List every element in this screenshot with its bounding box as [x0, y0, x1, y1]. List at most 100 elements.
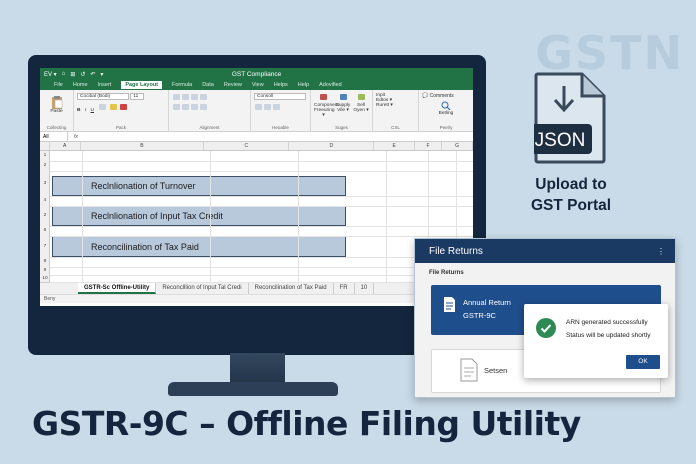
row-header[interactable]: 1 [40, 151, 50, 161]
column-header-b[interactable]: B [81, 142, 205, 150]
band-input-tax-credit[interactable]: Reclnlionation of Input Tax Credit [52, 206, 346, 226]
editing-group-label: Peerly [439, 125, 453, 130]
upload-line2: GST Portal [530, 197, 612, 214]
ribbon-tab-file[interactable]: File [54, 82, 63, 88]
align-top-icon[interactable] [173, 94, 180, 100]
row-header[interactable]: 3 [40, 171, 50, 196]
paste-icon[interactable] [51, 95, 63, 109]
editing-label[interactable]: Betling [422, 111, 470, 116]
headline: GSTR-9C – Offline Filing Utility [32, 404, 581, 443]
annual-return-form: GSTR-9C [463, 311, 496, 320]
row-header[interactable]: 9 [40, 267, 50, 275]
row-header[interactable]: 10 [40, 275, 50, 282]
ribbon-tab-data[interactable]: Data [202, 82, 214, 88]
column-gridline [386, 151, 387, 282]
alignment-group-label: Alignment [199, 125, 220, 130]
merge-icon[interactable] [200, 104, 207, 110]
row-gridline [50, 196, 473, 197]
border-icon[interactable] [99, 104, 107, 110]
excel-titlebar: EV ▾ ⌂ ⊞ ↺ ↶ ▾ GST Compliance [40, 68, 473, 80]
number-format-box[interactable]: Consoll [254, 93, 306, 100]
column-header-d[interactable]: D [289, 142, 375, 150]
column-header-f[interactable]: F [415, 142, 443, 150]
column-header-c[interactable]: C [204, 142, 290, 150]
font-name-box[interactable]: Cocibal (Bodi) [77, 93, 129, 100]
cells-group-label: CXL [391, 125, 400, 130]
ribbon-tab-page-layout[interactable]: Page Layout [121, 81, 163, 89]
success-dialog: ARN generated successfully Status will b… [524, 304, 668, 378]
cond-format-icon [320, 94, 327, 100]
align-middle-icon[interactable] [182, 94, 189, 100]
document-icon [444, 297, 455, 312]
paste-label[interactable]: Paste [43, 109, 70, 114]
fx-label: fx [74, 133, 78, 140]
formula-input[interactable] [84, 132, 473, 141]
band-itc-label: Reclnlionation of Input Tax Credit [91, 211, 223, 221]
comments-button[interactable]: 💬 Comments [422, 93, 470, 99]
column-header-e[interactable]: E [374, 142, 415, 150]
sheet-tab[interactable]: Reconcilination of Tax Paid [249, 283, 334, 294]
upload-caption: Upload to GST Portal [515, 174, 627, 216]
format-cells[interactable]: Rurett ▾ [376, 103, 415, 108]
align-right-icon[interactable] [191, 104, 198, 110]
format-as-table[interactable]: Supply Vile ▾ [335, 93, 351, 128]
cell-styles[interactable]: Sell Oyen ▾ [353, 93, 369, 128]
row-header[interactable]: 2 [40, 206, 50, 226]
formula-bar: All fx [40, 132, 473, 142]
more-menu-icon[interactable]: ⋮ [657, 247, 665, 256]
comments-label: Comments [429, 93, 454, 99]
number-group-label: Heoable [272, 125, 289, 130]
font-size-box[interactable]: 11 [130, 93, 145, 100]
column-headers: ABCDEFG [40, 142, 473, 151]
styles-group-label: Suges [335, 125, 348, 130]
editing-group: 💬 Comments Betling Peerly [419, 90, 473, 131]
percent-icon[interactable] [255, 104, 262, 110]
band-turnover[interactable]: Reclnlionation of Turnover [52, 176, 346, 196]
ribbon-tab-formula[interactable]: Formula [172, 82, 192, 88]
ribbon: Paste Collecting Cocibal (Bodi) 11 B I U… [40, 90, 473, 132]
row-header[interactable]: 7 [40, 236, 50, 257]
row-header[interactable]: 6 [40, 226, 50, 236]
align-center-icon[interactable] [182, 104, 189, 110]
ribbon-tab-view[interactable]: View [252, 82, 264, 88]
success-check-icon [536, 318, 556, 338]
align-bottom-icon[interactable] [191, 94, 198, 100]
ok-button[interactable]: OK [626, 355, 660, 369]
band-tax-paid[interactable]: Reconcilination of Tax Paid [52, 236, 346, 257]
file-returns-subtitle: File Returns [429, 270, 464, 276]
column-header-a[interactable]: A [50, 142, 81, 150]
row-gridline [50, 275, 473, 276]
wrap-text-icon[interactable] [200, 94, 207, 100]
row-header[interactable]: 2 [40, 161, 50, 171]
ribbon-tab-insert[interactable]: Insert [98, 82, 112, 88]
column-header-g[interactable]: G [442, 142, 473, 150]
conditional-formatting[interactable]: Component Freeuring ▾ [314, 93, 339, 128]
ribbon-tab-help[interactable]: Help [298, 82, 309, 88]
alignment-group: Alignment [169, 90, 251, 131]
ribbon-tab-home[interactable]: Home [73, 82, 88, 88]
fill-color-icon[interactable] [109, 104, 117, 110]
name-box[interactable]: All [40, 132, 68, 141]
font-color-icon[interactable] [120, 104, 127, 110]
decimal-icon[interactable] [273, 104, 280, 110]
comma-icon[interactable] [264, 104, 271, 110]
underline-button[interactable]: U [91, 108, 94, 113]
sheet-tab[interactable]: FR [334, 283, 355, 294]
row-header[interactable]: 8 [40, 257, 50, 267]
row-header[interactable]: 4 [40, 196, 50, 206]
select-all-corner[interactable] [40, 142, 50, 150]
italic-button[interactable]: I [85, 108, 86, 113]
ribbon-tab-helps[interactable]: Helps [274, 82, 288, 88]
sheet-tab[interactable]: Reconclllion of Input Tal Credi [156, 283, 249, 294]
cell-styles-label: Sell Oyen ▾ [353, 103, 369, 113]
align-left-icon[interactable] [173, 104, 180, 110]
search-icon[interactable] [441, 101, 451, 111]
bold-button[interactable]: B [77, 108, 80, 113]
monitor-foot [168, 382, 338, 396]
ribbon-tab-adovified[interactable]: Adovified [319, 82, 342, 88]
row-headers: 1 2 3 4 2 6 7 8 9 10 [40, 151, 50, 282]
ribbon-tab-review[interactable]: Review [224, 82, 242, 88]
sheet-tab[interactable]: 10 [355, 283, 375, 294]
sheet-grid[interactable]: 1 2 3 4 2 6 7 8 9 10 Reclnlionation of Turnover R… [40, 151, 473, 283]
sheet-tab[interactable]: GSTR-Sc Offline-Utility [78, 283, 157, 294]
